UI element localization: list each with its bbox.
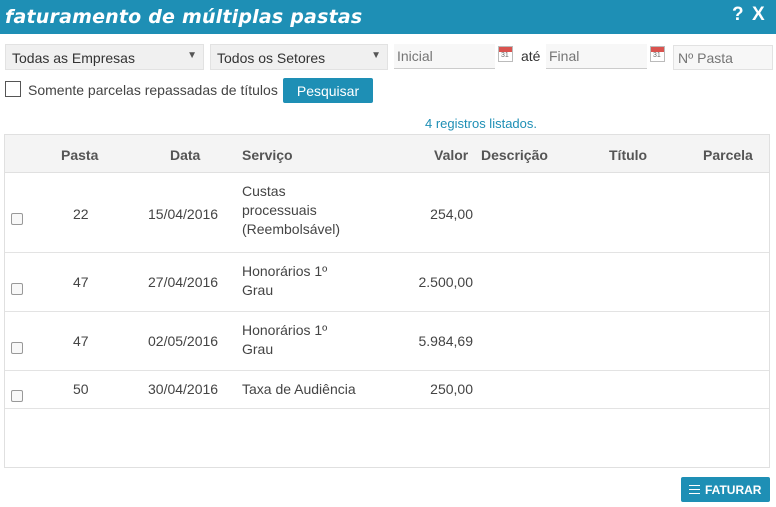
empresa-select-value: Todas as Empresas: [12, 50, 135, 66]
list-icon: [689, 485, 700, 494]
chevron-down-icon: ▼: [187, 50, 197, 61]
cell-servico-line: Honorários 1º: [242, 322, 328, 338]
cell-servico-line: (Reembolsável): [242, 221, 341, 237]
cell-data: 02/05/2016: [148, 333, 219, 349]
window-title: faturamento de múltiplas pastas: [5, 6, 363, 28]
setor-select[interactable]: Todos os Setores ▼: [210, 44, 388, 70]
cell-servico-line: Grau: [242, 341, 274, 357]
cell-servico-line: Honorários 1º: [242, 263, 328, 279]
cell-data: 30/04/2016: [148, 381, 219, 397]
row-checkbox[interactable]: [11, 283, 23, 295]
pasta-input[interactable]: [673, 45, 773, 70]
cell-pasta: 47: [73, 333, 89, 349]
cell-data: 27/04/2016: [148, 274, 219, 290]
faturar-button[interactable]: FATURAR: [681, 477, 770, 502]
row-checkbox[interactable]: [11, 213, 23, 225]
cell-valor: 254,00: [430, 206, 473, 222]
column-header-pasta[interactable]: Pasta: [61, 147, 98, 163]
empresa-select[interactable]: Todas as Empresas ▼: [5, 44, 204, 70]
pesquisar-button[interactable]: Pesquisar: [283, 78, 373, 103]
calendar-day-label: 31: [501, 52, 509, 59]
cell-servico: Taxa de Audiência: [242, 381, 356, 397]
table-row[interactable]: 50 30/04/2016 Taxa de Audiência 250,00: [5, 371, 769, 409]
table-row[interactable]: 22 15/04/2016 Custas processuais (Reembo…: [5, 173, 769, 253]
data-final-input[interactable]: [546, 44, 647, 69]
cell-servico: Custas processuais (Reembolsável): [242, 182, 340, 239]
window-titlebar: faturamento de múltiplas pastas ? X: [0, 0, 776, 34]
help-icon[interactable]: ?: [732, 4, 744, 26]
data-inicial-input[interactable]: [394, 44, 495, 69]
cell-pasta: 47: [73, 274, 89, 290]
somente-parcelas-checkbox[interactable]: [5, 81, 21, 97]
cell-data: 15/04/2016: [148, 206, 219, 222]
calendar-day-label: 31: [653, 52, 661, 59]
results-table: Pasta Data Serviço Valor Descrição Títul…: [4, 134, 770, 468]
chevron-down-icon: ▼: [371, 50, 381, 61]
column-header-parcela[interactable]: Parcela: [703, 147, 753, 163]
table-row[interactable]: 47 02/05/2016 Honorários 1º Grau 5.984,6…: [5, 312, 769, 371]
faturar-button-label: FATURAR: [705, 483, 762, 497]
setor-select-value: Todos os Setores: [217, 50, 326, 66]
column-header-servico[interactable]: Serviço: [242, 147, 293, 163]
cell-valor: 2.500,00: [418, 274, 474, 290]
cell-pasta: 50: [73, 381, 89, 397]
row-checkbox[interactable]: [11, 390, 23, 402]
calendar-icon[interactable]: 31: [650, 46, 665, 62]
close-icon[interactable]: X: [752, 4, 765, 26]
row-checkbox[interactable]: [11, 342, 23, 354]
cell-servico-line: Grau: [242, 282, 274, 298]
cell-valor: 250,00: [430, 381, 473, 397]
somente-parcelas-label: Somente parcelas repassadas de títulos: [28, 82, 278, 98]
column-header-titulo[interactable]: Título: [609, 147, 647, 163]
cell-pasta: 22: [73, 206, 89, 222]
ate-label: até: [521, 48, 541, 64]
results-count: 4 registros listados.: [425, 116, 537, 131]
column-header-descricao[interactable]: Descrição: [481, 147, 548, 163]
column-header-data[interactable]: Data: [170, 147, 200, 163]
column-header-valor[interactable]: Valor: [434, 147, 468, 163]
table-row[interactable]: 47 27/04/2016 Honorários 1º Grau 2.500,0…: [5, 253, 769, 312]
cell-servico-line: Custas: [242, 183, 286, 199]
cell-servico: Honorários 1º Grau: [242, 321, 327, 359]
calendar-icon[interactable]: 31: [498, 46, 513, 62]
cell-servico-line: processuais: [242, 202, 317, 218]
cell-servico: Honorários 1º Grau: [242, 262, 327, 300]
table-header: Pasta Data Serviço Valor Descrição Títul…: [5, 135, 769, 173]
cell-valor: 5.984,69: [418, 333, 474, 349]
